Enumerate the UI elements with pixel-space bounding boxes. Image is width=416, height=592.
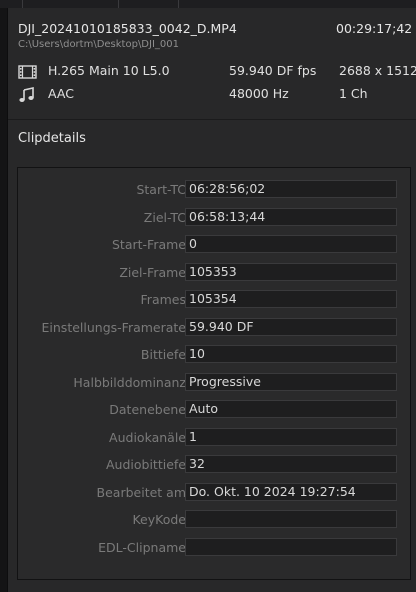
detail-row-keykode: KeyKode — [18, 510, 410, 530]
music-note-icon — [18, 87, 38, 103]
detail-row-audiobittiefe: Audiobittiefe 32 — [18, 455, 410, 475]
video-codec: H.265 Main 10 L5.0 — [48, 63, 170, 78]
section-title: Clipdetails — [18, 131, 86, 146]
detail-label: Start-Frame — [112, 237, 186, 252]
detail-label: Einstellungs-Framerate — [41, 320, 186, 335]
bearbeitet-am-field[interactable]: Do. Okt. 10 2024 19:27:54 — [185, 483, 397, 501]
clip-details-box: Start-TC 06:28:56;02 Ziel-TC 06:58:13;44… — [17, 167, 411, 580]
detail-label: Frames — [140, 292, 186, 307]
detail-label: Bittiefe — [140, 347, 186, 362]
keykode-field[interactable] — [185, 510, 397, 528]
video-stream-row: H.265 Main 10 L5.0 59.940 DF fps 2688 x … — [18, 63, 416, 81]
audiokanaele-field[interactable]: 1 — [185, 428, 397, 446]
detail-row-start-frame: Start-Frame 0 — [18, 235, 410, 255]
detail-row-datenebene: Datenebene Auto — [18, 400, 410, 420]
section-divider — [8, 119, 416, 120]
detail-label: Start-TC — [136, 182, 186, 197]
frames-field[interactable]: 105354 — [185, 290, 397, 308]
video-resolution: 2688 x 1512 — [339, 63, 416, 78]
film-strip-icon — [18, 64, 38, 80]
clip-attributes-panel: DJI_20241010185833_0042_D.MP4 00:29:17;4… — [8, 8, 416, 592]
detail-row-start-tc: Start-TC 06:28:56;02 — [18, 180, 410, 200]
audio-stream-row: AAC 48000 Hz 1 Ch — [18, 86, 414, 104]
detail-label: Datenebene — [109, 402, 186, 417]
detail-row-audiokanaele: Audiokanäle 1 — [18, 428, 410, 448]
detail-row-ziel-frame: Ziel-Frame 105353 — [18, 263, 410, 283]
halbbilddominanz-field[interactable]: Progressive — [185, 373, 397, 391]
audio-channels: 1 Ch — [339, 86, 368, 101]
audio-sample-rate: 48000 Hz — [229, 86, 289, 101]
strip-separator — [118, 0, 119, 8]
strip-separator — [178, 0, 179, 8]
audio-codec: AAC — [48, 86, 74, 101]
video-frame-rate: 59.940 DF fps — [229, 63, 317, 78]
top-toolbar-strip — [0, 0, 416, 8]
einstellungs-framerate-field[interactable]: 59.940 DF — [185, 318, 397, 336]
detail-label: KeyKode — [132, 512, 186, 527]
clip-duration: 00:29:17;42 — [336, 21, 413, 36]
detail-label: Audiobittiefe — [106, 457, 186, 472]
detail-row-halbbilddominanz: Halbbilddominanz Progressive — [18, 373, 410, 393]
detail-label: Ziel-Frame — [119, 265, 186, 280]
audiobittiefe-field[interactable]: 32 — [185, 455, 397, 473]
detail-row-einstellungs-framerate: Einstellungs-Framerate 59.940 DF — [18, 318, 410, 338]
detail-row-bittiefe: Bittiefe 10 — [18, 345, 410, 365]
start-frame-field[interactable]: 0 — [185, 235, 397, 253]
detail-label: Audiokanäle — [109, 430, 186, 445]
clip-info-window: DJI_20241010185833_0042_D.MP4 00:29:17;4… — [0, 0, 416, 592]
file-header: DJI_20241010185833_0042_D.MP4 00:29:17;4… — [8, 8, 416, 118]
detail-row-ziel-tc: Ziel-TC 06:58:13;44 — [18, 208, 410, 228]
detail-label: Bearbeitet am — [96, 485, 186, 500]
edl-clipname-field[interactable] — [185, 538, 397, 556]
ziel-tc-field[interactable]: 06:58:13;44 — [185, 208, 397, 226]
file-name: DJI_20241010185833_0042_D.MP4 — [18, 21, 237, 36]
detail-row-bearbeitet-am: Bearbeitet am Do. Okt. 10 2024 19:27:54 — [18, 483, 410, 503]
file-path: C:\Users\dortm\Desktop\DJI_001 — [18, 39, 179, 50]
datenebene-field[interactable]: Auto — [185, 400, 397, 418]
left-panel-edge — [0, 8, 8, 592]
detail-label: Halbbilddominanz — [73, 375, 186, 390]
detail-row-frames: Frames 105354 — [18, 290, 410, 310]
start-tc-field[interactable]: 06:28:56;02 — [185, 180, 397, 198]
detail-row-edl-clipname: EDL-Clipname — [18, 538, 410, 558]
ziel-frame-field[interactable]: 105353 — [185, 263, 397, 281]
strip-separator — [22, 0, 23, 8]
bittiefe-field[interactable]: 10 — [185, 345, 397, 363]
detail-label: EDL-Clipname — [98, 540, 186, 555]
detail-label: Ziel-TC — [143, 210, 186, 225]
